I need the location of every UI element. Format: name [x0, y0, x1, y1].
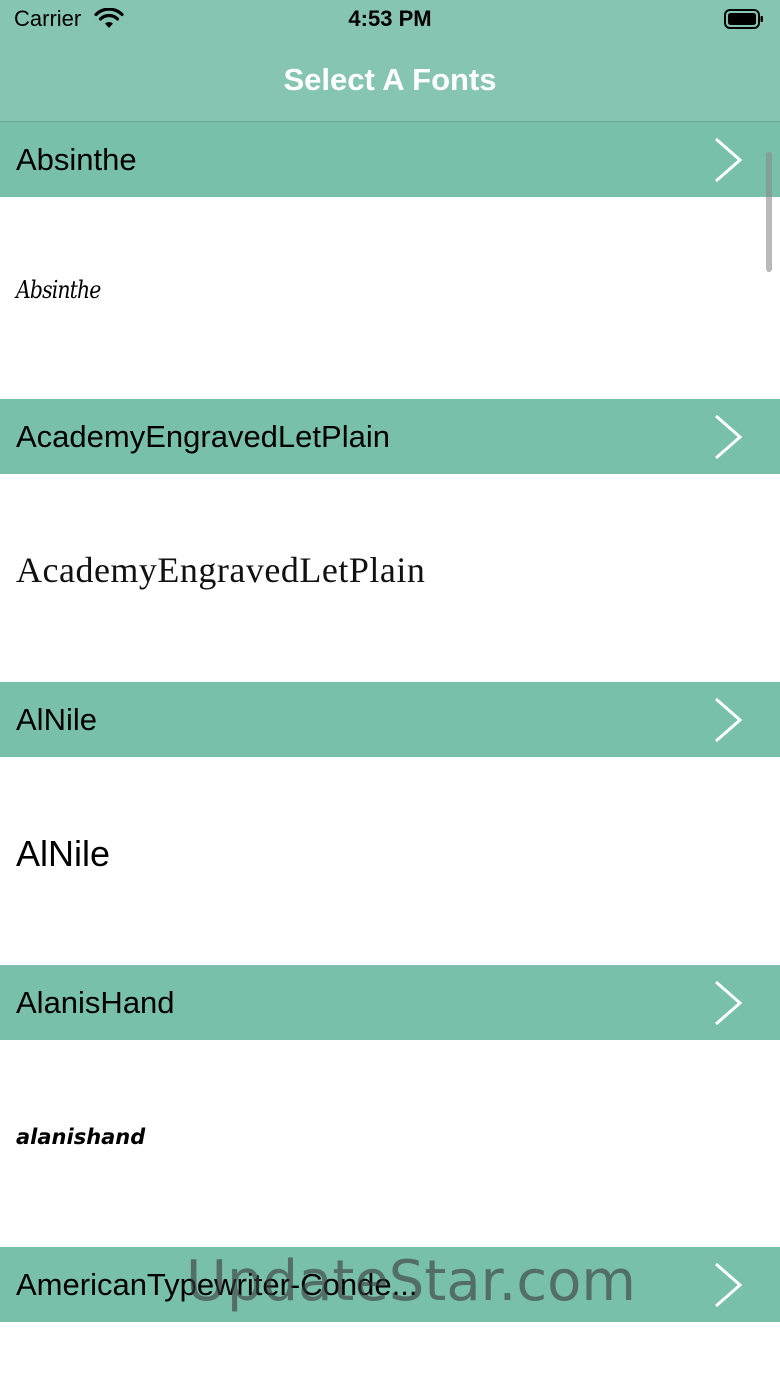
font-row-academy-engraved[interactable]: AcademyEngravedLetPlain — [0, 399, 780, 474]
font-name-label: AcademyEngravedLetPlain — [16, 418, 390, 454]
font-row-alnile[interactable]: AlNile — [0, 682, 780, 757]
chevron-right-icon — [715, 980, 743, 1025]
font-preview: AlNile — [16, 833, 111, 874]
chevron-right-icon — [715, 1262, 743, 1307]
page-title: Select A Fonts — [283, 62, 497, 97]
font-name-label: AlanisHand — [16, 984, 175, 1020]
chevron-right-icon — [715, 137, 743, 182]
scrollbar[interactable] — [766, 152, 772, 272]
font-preview: Absinthe — [16, 276, 101, 304]
navigation-bar: Select A Fonts — [0, 40, 780, 122]
font-name-label: AlNile — [16, 701, 97, 737]
watermark: UpdateStar.com — [186, 1249, 636, 1314]
font-preview: AcademyEngravedLetPlain — [16, 550, 426, 590]
font-row-absinthe[interactable]: Absinthe — [0, 122, 780, 197]
status-bar: Carrier 4:53 PM — [0, 0, 780, 40]
font-row-alanishand[interactable]: AlanisHand — [0, 965, 780, 1040]
chevron-right-icon — [715, 697, 743, 742]
battery-icon — [724, 9, 763, 29]
font-name-label: Absinthe — [16, 141, 137, 177]
clock: 4:53 PM — [348, 6, 432, 31]
chevron-right-icon — [715, 414, 743, 459]
font-preview: alanishand — [16, 1125, 146, 1149]
